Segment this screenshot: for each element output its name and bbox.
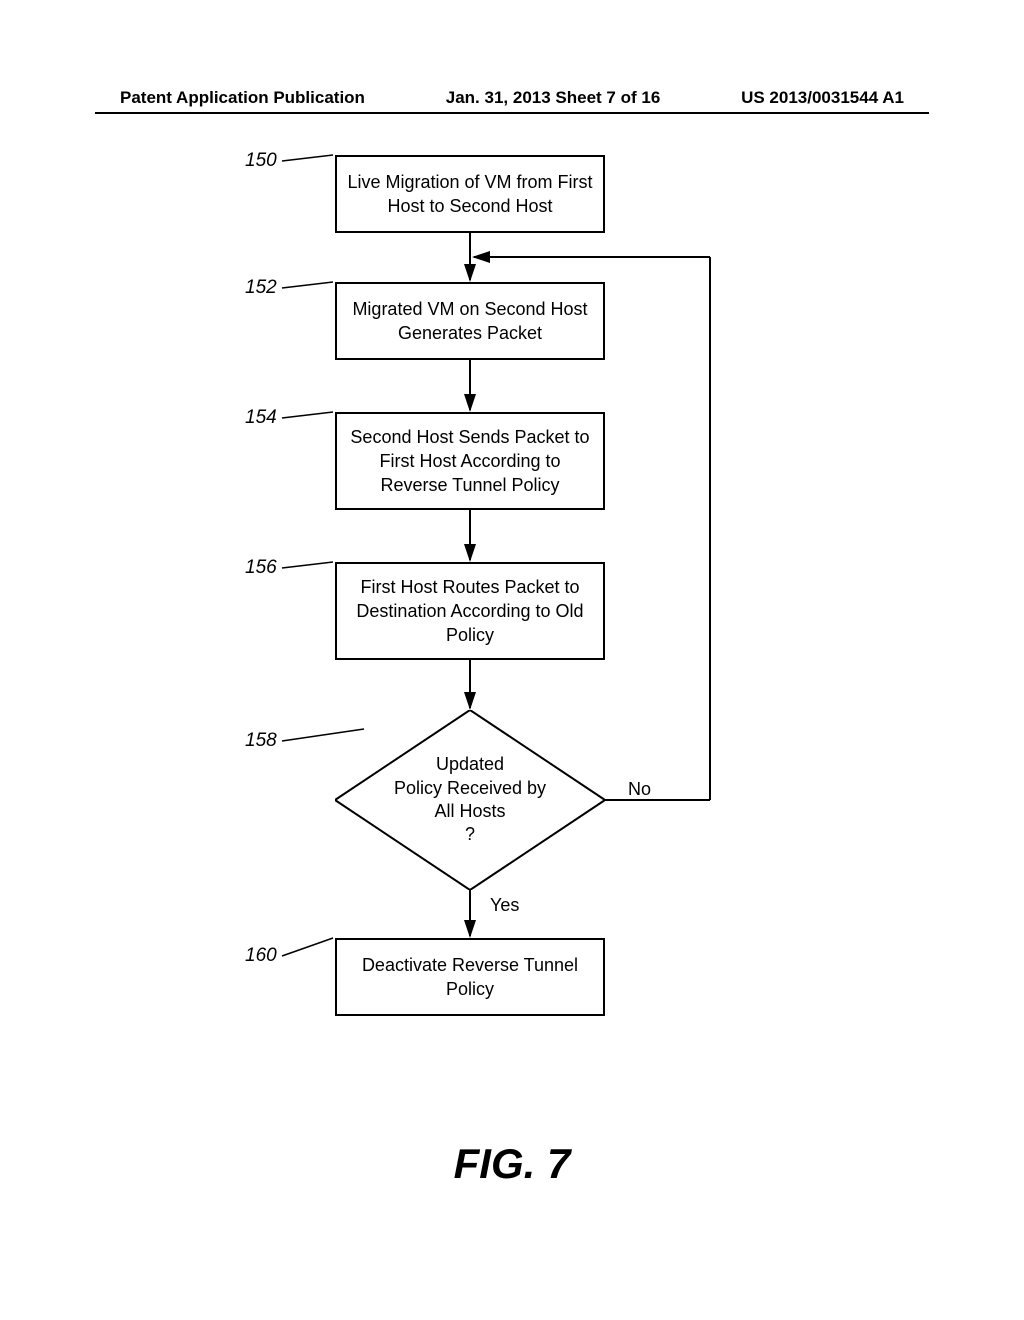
box-150: Live Migration of VM from First Host to …: [335, 155, 605, 233]
header-left: Patent Application Publication: [120, 88, 365, 108]
box-152: Migrated VM on Second Host Generates Pac…: [335, 282, 605, 360]
flowchart: 150 Live Migration of VM from First Host…: [0, 145, 1024, 1145]
box-156-text: First Host Routes Packet to Destination …: [345, 575, 595, 648]
page-header: Patent Application Publication Jan. 31, …: [0, 88, 1024, 108]
ref-158: 158: [245, 730, 277, 752]
header-center: Jan. 31, 2013 Sheet 7 of 16: [446, 88, 661, 108]
ref-150: 150: [245, 150, 277, 172]
yes-label: Yes: [490, 895, 519, 916]
header-right: US 2013/0031544 A1: [741, 88, 904, 108]
header-rule: [95, 112, 929, 114]
diamond-text: Updated Policy Received by All Hosts ?: [335, 710, 605, 890]
box-154: Second Host Sends Packet to First Host A…: [335, 412, 605, 510]
ref-160: 160: [245, 945, 277, 967]
diamond-line3: All Hosts: [434, 801, 505, 821]
box-160-text: Deactivate Reverse Tunnel Policy: [345, 953, 595, 1002]
figure-label: FIG. 7: [0, 1140, 1024, 1188]
ref-152: 152: [245, 277, 277, 299]
diamond-line1: Updated: [436, 754, 504, 774]
box-156: First Host Routes Packet to Destination …: [335, 562, 605, 660]
box-152-text: Migrated VM on Second Host Generates Pac…: [345, 297, 595, 346]
no-label: No: [628, 779, 651, 800]
box-150-text: Live Migration of VM from First Host to …: [345, 170, 595, 219]
diamond-line4: ?: [465, 824, 475, 844]
diamond-158: Updated Policy Received by All Hosts ?: [335, 710, 605, 890]
box-160: Deactivate Reverse Tunnel Policy: [335, 938, 605, 1016]
ref-156: 156: [245, 557, 277, 579]
diamond-line2: Policy Received by: [394, 778, 546, 798]
box-154-text: Second Host Sends Packet to First Host A…: [345, 425, 595, 498]
ref-154: 154: [245, 407, 277, 429]
